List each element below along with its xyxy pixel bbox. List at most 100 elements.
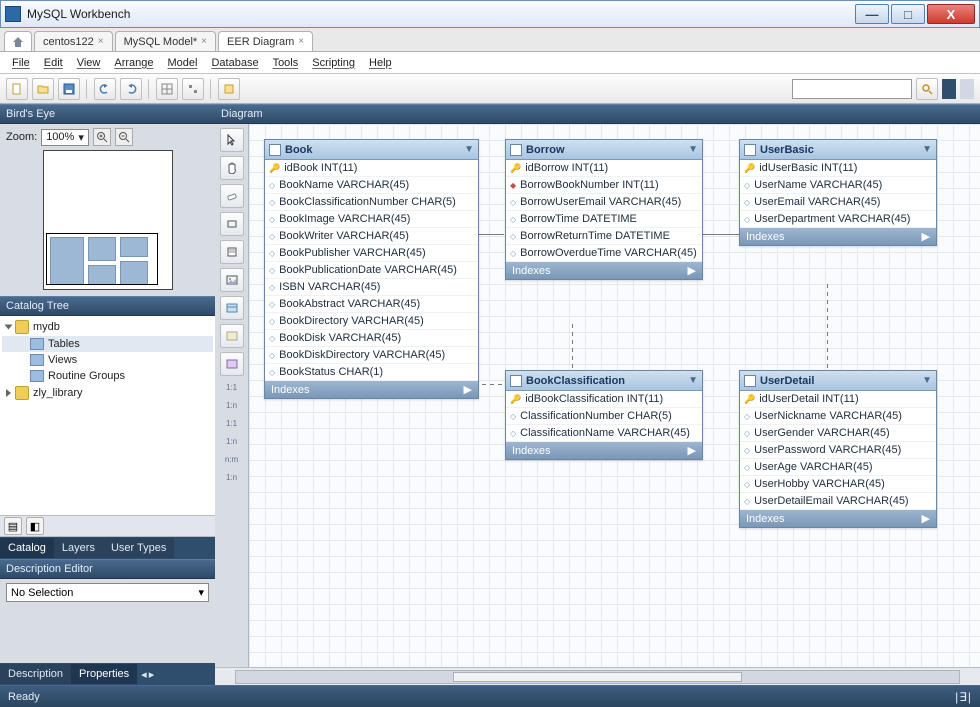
collapse-icon[interactable]: ▼ [922, 375, 932, 386]
menu-database[interactable]: Database [205, 55, 264, 71]
maximize-button[interactable]: □ [891, 4, 925, 24]
tool-pointer[interactable] [220, 128, 244, 152]
indexes-row[interactable]: Indexes▶ [740, 510, 936, 527]
tab-close-icon[interactable]: × [98, 36, 104, 47]
catalog-action-1[interactable]: ▤ [4, 517, 22, 535]
collapse-icon[interactable]: ▼ [464, 144, 474, 155]
panel-toggle-right[interactable] [960, 79, 974, 99]
collapse-icon[interactable]: ▼ [922, 144, 932, 155]
tool-eraser[interactable] [220, 184, 244, 208]
column-row[interactable]: ◇BorrowReturnTime DATETIME [506, 228, 702, 245]
column-row[interactable]: 🔑idBookClassification INT(11) [506, 391, 702, 408]
indexes-row[interactable]: Indexes▶ [740, 228, 936, 245]
collapse-icon[interactable]: ▼ [688, 144, 698, 155]
column-row[interactable]: ◇BorrowTime DATETIME [506, 211, 702, 228]
prev-icon[interactable]: ◂ [141, 668, 147, 681]
collapse-icon[interactable]: ▼ [688, 375, 698, 386]
new-button[interactable] [6, 78, 28, 100]
column-row[interactable]: ◇BorrowOverdueTime VARCHAR(45) [506, 245, 702, 262]
menu-edit[interactable]: Edit [38, 55, 69, 71]
entity-borrow[interactable]: Borrow▼ 🔑idBorrow INT(11)◆BorrowBookNumb… [505, 139, 703, 280]
tree-node-zly-library[interactable]: zly_library [2, 384, 213, 402]
column-row[interactable]: ◇UserHobby VARCHAR(45) [740, 476, 936, 493]
scroll-thumb[interactable] [453, 672, 742, 682]
column-row[interactable]: ◇BookAbstract VARCHAR(45) [265, 296, 478, 313]
column-row[interactable]: ◇BookWriter VARCHAR(45) [265, 228, 478, 245]
search-button[interactable] [916, 78, 938, 100]
tree-node-tables[interactable]: Tables [2, 336, 213, 352]
tree-node-views[interactable]: Views [2, 352, 213, 368]
column-row[interactable]: 🔑idBorrow INT(11) [506, 160, 702, 177]
column-row[interactable]: ◇UserNickname VARCHAR(45) [740, 408, 936, 425]
tab-properties[interactable]: Properties [71, 664, 137, 684]
entity-book[interactable]: Book▼ 🔑idBook INT(11)◇BookName VARCHAR(4… [264, 139, 479, 399]
column-row[interactable]: ◇BookDirectory VARCHAR(45) [265, 313, 478, 330]
tab-close-icon[interactable]: × [201, 36, 207, 47]
menu-arrange[interactable]: Arrange [108, 55, 159, 71]
tab-close-icon[interactable]: × [298, 36, 304, 47]
grid-button[interactable] [156, 78, 178, 100]
menu-tools[interactable]: Tools [267, 55, 305, 71]
catalog-action-2[interactable]: ◧ [26, 517, 44, 535]
tool-rel-n-m[interactable]: n:m [220, 452, 244, 466]
zoom-in-button[interactable] [93, 128, 111, 146]
tab-centos122[interactable]: centos122× [34, 31, 113, 51]
column-row[interactable]: ◇BookImage VARCHAR(45) [265, 211, 478, 228]
tree-node-mydb[interactable]: mydb [2, 318, 213, 336]
indexes-row[interactable]: Indexes▶ [506, 442, 702, 459]
description-selector[interactable]: No Selection▾ [6, 583, 209, 602]
entity-bookclassification[interactable]: BookClassification▼ 🔑idBookClassificatio… [505, 370, 703, 460]
tab-description[interactable]: Description [0, 664, 71, 684]
tool-view[interactable] [220, 324, 244, 348]
tool-rel-1-n-nonid[interactable]: 1:n [220, 398, 244, 412]
save-button[interactable] [58, 78, 80, 100]
column-row[interactable]: 🔑idBook INT(11) [265, 160, 478, 177]
redo-button[interactable] [120, 78, 142, 100]
column-row[interactable]: ◇UserPassword VARCHAR(45) [740, 442, 936, 459]
zoom-select[interactable]: 100%▾ [41, 129, 89, 146]
column-row[interactable]: ◇UserAge VARCHAR(45) [740, 459, 936, 476]
tool-table[interactable] [220, 296, 244, 320]
tool-image[interactable] [220, 268, 244, 292]
indexes-row[interactable]: Indexes▶ [265, 381, 478, 398]
column-row[interactable]: ◇BookName VARCHAR(45) [265, 177, 478, 194]
undo-button[interactable] [94, 78, 116, 100]
column-row[interactable]: 🔑idUserBasic INT(11) [740, 160, 936, 177]
tab-mysql-model[interactable]: MySQL Model*× [115, 31, 216, 51]
diagram-canvas[interactable]: Book▼ 🔑idBook INT(11)◇BookName VARCHAR(4… [249, 124, 980, 667]
menu-file[interactable]: File [6, 55, 36, 71]
column-row[interactable]: ◇UserDepartment VARCHAR(45) [740, 211, 936, 228]
column-row[interactable]: ◇ClassificationNumber CHAR(5) [506, 408, 702, 425]
column-row[interactable]: ◇BookStatus CHAR(1) [265, 364, 478, 381]
entity-userbasic[interactable]: UserBasic▼ 🔑idUserBasic INT(11)◇UserName… [739, 139, 937, 246]
align-button[interactable] [182, 78, 204, 100]
column-row[interactable]: ◇UserName VARCHAR(45) [740, 177, 936, 194]
horizontal-scrollbar[interactable] [215, 667, 980, 685]
tool-layer[interactable] [220, 212, 244, 236]
menu-view[interactable]: View [71, 55, 107, 71]
close-button[interactable]: X [927, 4, 975, 24]
tool-note[interactable] [220, 240, 244, 264]
tree-node-routines[interactable]: Routine Groups [2, 368, 213, 384]
column-row[interactable]: ◇BookPublicationDate VARCHAR(45) [265, 262, 478, 279]
tab-user-types[interactable]: User Types [103, 538, 174, 558]
tab-catalog[interactable]: Catalog [0, 538, 54, 558]
menu-help[interactable]: Help [363, 55, 398, 71]
column-row[interactable]: ◇BorrowUserEmail VARCHAR(45) [506, 194, 702, 211]
next-icon[interactable]: ▸ [149, 668, 155, 681]
column-row[interactable]: ◇ClassificationName VARCHAR(45) [506, 425, 702, 442]
minimize-button[interactable]: — [855, 4, 889, 24]
new-tab-button[interactable] [218, 78, 240, 100]
column-row[interactable]: ◇UserEmail VARCHAR(45) [740, 194, 936, 211]
panel-toggle-left[interactable] [942, 79, 956, 99]
tab-eer-diagram[interactable]: EER Diagram× [218, 31, 313, 51]
column-row[interactable]: 🔑idUserDetail INT(11) [740, 391, 936, 408]
indexes-row[interactable]: Indexes▶ [506, 262, 702, 279]
column-row[interactable]: ◇ISBN VARCHAR(45) [265, 279, 478, 296]
tool-rel-1-1-id[interactable]: 1:1 [220, 416, 244, 430]
column-row[interactable]: ◇UserGender VARCHAR(45) [740, 425, 936, 442]
column-row[interactable]: ◇BookDiskDirectory VARCHAR(45) [265, 347, 478, 364]
column-row[interactable]: ◇BookDisk VARCHAR(45) [265, 330, 478, 347]
column-row[interactable]: ◇BookPublisher VARCHAR(45) [265, 245, 478, 262]
entity-userdetail[interactable]: UserDetail▼ 🔑idUserDetail INT(11)◇UserNi… [739, 370, 937, 528]
